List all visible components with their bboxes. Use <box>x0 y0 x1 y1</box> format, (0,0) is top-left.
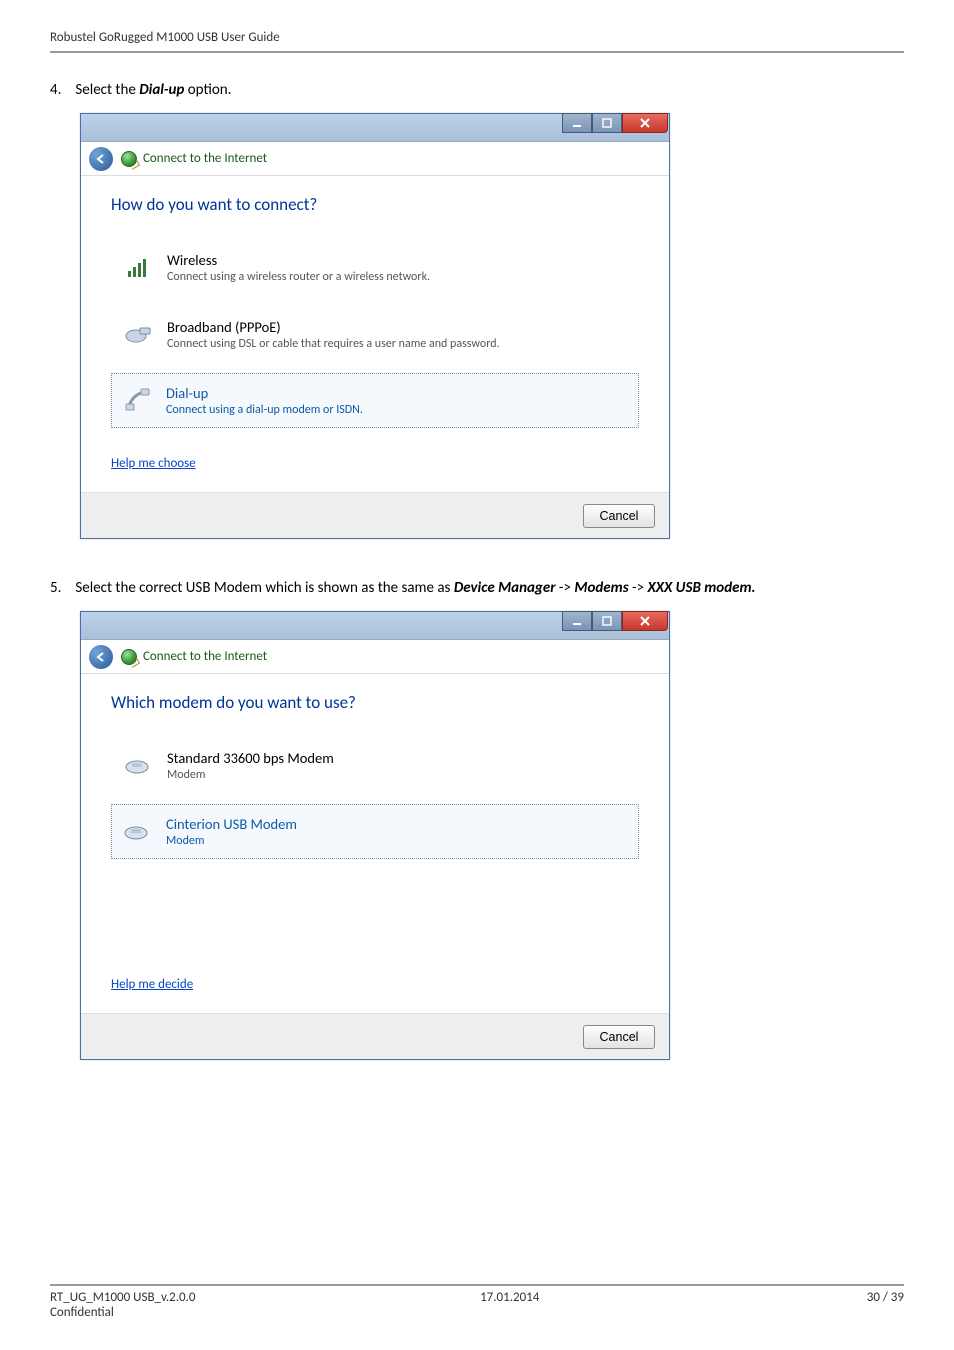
maximize-icon <box>602 616 612 626</box>
step-5-prefix: Select the correct USB Modem which is sh… <box>75 579 453 597</box>
step-4-prefix: Select the <box>75 81 139 99</box>
minimize-icon <box>572 616 582 626</box>
step-5-b2: Modems <box>574 579 628 597</box>
dialog-footer: Cancel <box>81 1013 669 1059</box>
maximize-button[interactable] <box>592 611 622 631</box>
page-footer: RT_UG_M1000 USB_v.2.0.0 Confidential 17.… <box>50 1284 904 1320</box>
close-icon <box>639 615 651 627</box>
help-me-decide-link[interactable]: Help me decide <box>111 977 193 992</box>
modem-icon <box>123 749 155 781</box>
option-sub: Connect using DSL or cable that requires… <box>167 337 627 351</box>
dialup-icon <box>122 384 154 416</box>
connect-dialog-1: Connect to the Internet How do you want … <box>80 113 670 539</box>
option-title: Dial-up <box>166 384 628 402</box>
footer-version: RT_UG_M1000 USB_v.2.0.0 <box>50 1290 195 1305</box>
option-standard-modem[interactable]: Standard 33600 bps Modem Modem <box>111 737 639 794</box>
option-sub: Connect using a dial-up modem or ISDN. <box>166 403 628 417</box>
step-4-suffix: option. <box>184 81 231 99</box>
dialog-body: How do you want to connect? Wireless Con… <box>81 176 669 492</box>
breadcrumb-label: Connect to the Internet <box>143 151 267 166</box>
dialog-heading: Which modem do you want to use? <box>111 692 639 713</box>
connect-dialog-2: Connect to the Internet Which modem do y… <box>80 611 670 1060</box>
breadcrumb-label: Connect to the Internet <box>143 649 267 664</box>
back-button[interactable] <box>89 147 113 171</box>
window-controls <box>562 612 668 631</box>
step-5-arrow1: -> <box>556 579 575 597</box>
step-4-bold: Dial-up <box>139 81 184 99</box>
step-5-number: 5. <box>50 579 72 597</box>
step-5-arrow2: -> <box>629 579 648 597</box>
option-broadband[interactable]: Broadband (PPPoE) Connect using DSL or c… <box>111 306 639 363</box>
cancel-button[interactable]: Cancel <box>583 1025 655 1049</box>
option-wireless[interactable]: Wireless Connect using a wireless router… <box>111 239 639 296</box>
back-button[interactable] <box>89 645 113 669</box>
option-sub: Modem <box>167 768 627 782</box>
minimize-button[interactable] <box>562 611 592 631</box>
maximize-icon <box>602 118 612 128</box>
cancel-button[interactable]: Cancel <box>583 504 655 528</box>
dialog-body: Which modem do you want to use? Standard… <box>81 674 669 1013</box>
option-title: Standard 33600 bps Modem <box>167 749 627 767</box>
step-5-line: 5. Select the correct USB Modem which is… <box>50 579 904 597</box>
minimize-button[interactable] <box>562 113 592 133</box>
breadcrumb: Connect to the Internet <box>81 640 669 674</box>
globe-icon <box>121 151 137 167</box>
close-button[interactable] <box>622 611 668 631</box>
option-sub: Connect using a wireless router or a wir… <box>167 270 627 284</box>
breadcrumb: Connect to the Internet <box>81 142 669 176</box>
titlebar <box>81 612 669 640</box>
back-arrow-icon <box>95 651 107 663</box>
page-header: Robustel GoRugged M1000 USB User Guide <box>50 30 904 53</box>
step-4-number: 4. <box>50 81 72 99</box>
globe-icon <box>121 649 137 665</box>
minimize-icon <box>572 118 582 128</box>
titlebar <box>81 114 669 142</box>
close-button[interactable] <box>622 113 668 133</box>
dialog-footer: Cancel <box>81 492 669 538</box>
step-5-b1: Device Manager <box>454 579 556 597</box>
maximize-button[interactable] <box>592 113 622 133</box>
broadband-icon <box>123 318 155 350</box>
step-4-line: 4. Select the Dial-up option. <box>50 81 904 99</box>
step-5-b3: XXX USB modem. <box>648 579 756 597</box>
modem-icon <box>122 815 154 847</box>
window-controls <box>562 114 668 133</box>
option-sub: Modem <box>166 834 628 848</box>
option-dialup[interactable]: Dial-up Connect using a dial-up modem or… <box>111 373 639 428</box>
footer-date: 17.01.2014 <box>195 1290 824 1320</box>
footer-page: 30 / 39 <box>824 1290 904 1320</box>
help-me-choose-link[interactable]: Help me choose <box>111 456 196 471</box>
option-title: Broadband (PPPoE) <box>167 318 627 336</box>
wireless-icon <box>123 251 155 283</box>
close-icon <box>639 117 651 129</box>
option-cinterion-modem[interactable]: Cinterion USB Modem Modem <box>111 804 639 859</box>
dialog-heading: How do you want to connect? <box>111 194 639 215</box>
footer-confidential: Confidential <box>50 1305 195 1320</box>
back-arrow-icon <box>95 153 107 165</box>
option-title: Cinterion USB Modem <box>166 815 628 833</box>
option-title: Wireless <box>167 251 627 269</box>
